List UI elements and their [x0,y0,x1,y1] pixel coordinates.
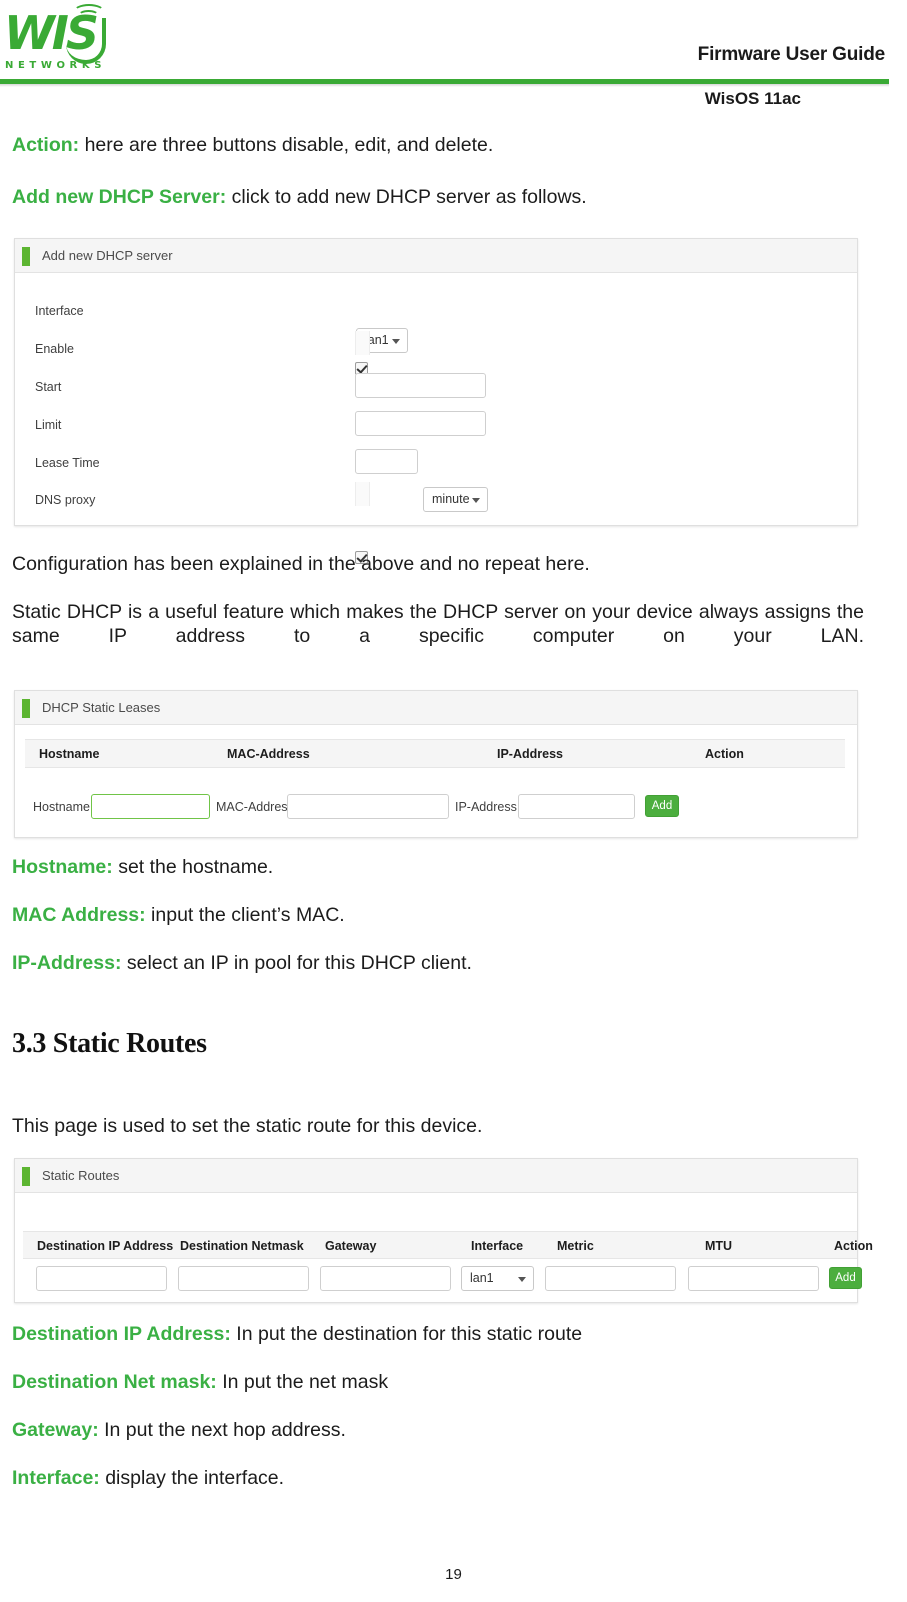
lease-mac-address-input[interactable] [287,794,449,819]
lease-hostname-label: Hostname: [33,800,94,814]
gateway-text: In put the next hop address. [98,1419,346,1441]
action-text: here are three buttons disable, edit, an… [79,134,494,156]
paragraph-hostname: Hostname: set the hostname. [12,855,273,879]
panel-body-static-leases: Hostname MAC-Address IP-Address Action H… [15,725,857,837]
route-interface-select-value: lan1 [470,1271,494,1285]
form-row-enable: Enable [15,339,857,361]
paragraph-static-route-intro: This page is used to set the static rout… [12,1115,483,1137]
form-label-interface: Interface [35,304,84,318]
panel-header-static-leases: DHCP Static Leases [15,691,857,725]
panel-header-static-routes: Static Routes [15,1159,857,1193]
form-label-start: Start [35,380,62,394]
static-routes-panel: Static Routes Destination IP Address Des… [14,1158,873,1303]
destination-ip-label: Destination IP Address: [12,1323,231,1345]
panel-title-static-leases: DHCP Static Leases [42,700,161,715]
add-dhcp-server-text: click to add new DHCP server as follows. [226,186,587,208]
paragraph-destination-ip: Destination IP Address: In put the desti… [12,1322,582,1346]
mac-address-label: MAC Address: [12,904,146,926]
header-divider-shadow [0,84,889,87]
page-header: WIS NETWORKS Firmware User Guide WisOS 1… [0,0,907,118]
paragraph-destination-netmask: Destination Net mask: In put the net mas… [12,1370,388,1394]
destination-ip-text: In put the destination for this static r… [230,1323,583,1345]
route-interface-select[interactable]: lan1 [461,1266,534,1291]
lease-ip-address-input[interactable] [518,794,635,819]
header-subtitle: WisOS 11ac [704,89,801,108]
add-new-dhcp-server-panel: Add new DHCP server Interface lan1 Enabl… [14,238,858,564]
paragraph-mac-address: MAC Address: input the client’s MAC. [12,903,345,927]
logo-subtext: NETWORKS [5,60,107,71]
lease-time-input[interactable] [355,449,418,474]
column-header-action: Action [705,747,744,761]
column-header-metric: Metric [557,1239,594,1253]
destination-ip-input[interactable] [36,1266,167,1291]
destination-netmask-text: In put the net mask [216,1371,389,1393]
interface-label: Interface: [12,1467,100,1489]
ip-address-text: select an IP in pool for this DHCP clien… [121,952,472,974]
paragraph-gateway: Gateway: In put the next hop address. [12,1418,346,1442]
enable-checkbox-backdrop [355,331,370,355]
form-label-lease-time: Lease Time [35,456,100,470]
column-header-gateway: Gateway [325,1239,377,1253]
panel-title-static-routes: Static Routes [42,1168,120,1183]
panel-body-dhcp-server: Interface lan1 Enable Start Limit Lease … [15,273,857,564]
column-header-mac-address: MAC-Address [227,747,310,761]
mtu-input[interactable] [688,1266,819,1291]
panel-body-static-routes: Destination IP Address Destination Netma… [15,1193,873,1302]
lease-mac-address-label: MAC-Address: [216,800,298,814]
paragraph-add-dhcp-server: Add new DHCP Server: click to add new DH… [12,185,587,209]
form-label-dns-proxy: DNS proxy [35,493,96,507]
panel-header-dhcp-server: Add new DHCP server [15,239,857,273]
dhcp-static-leases-panel: DHCP Static Leases Hostname MAC-Address … [14,690,858,838]
panel-accent-tick [22,247,30,266]
hostname-label: Hostname: [12,856,113,878]
start-input[interactable] [355,373,486,398]
logo-wordmark: WIS [4,6,99,60]
column-header-destination-netmask: Destination Netmask [180,1239,304,1253]
destination-netmask-label: Destination Net mask: [12,1371,217,1393]
paragraph-ip-address: IP-Address: select an IP in pool for thi… [12,951,472,975]
form-label-limit: Limit [35,418,62,432]
dns-proxy-checkbox-backdrop [355,482,370,506]
section-heading-static-routes: 3.3 Static Routes [12,1028,207,1059]
paragraph-static-dhcp: Static DHCP is a useful feature which ma… [12,601,864,648]
paragraph-action: Action: here are three buttons disable, … [12,133,493,157]
ip-address-label: IP-Address: [12,952,122,974]
paragraph-interface: Interface: display the interface. [12,1466,284,1490]
form-row-dns-proxy: DNS proxy [15,490,857,512]
form-row-lease-time: Lease Time [15,453,857,475]
paragraph-config-note: Configuration has been explained in the … [12,553,590,575]
lease-add-button[interactable]: Add [645,795,679,817]
table-header-static-routes: Destination IP Address Destination Netma… [23,1231,873,1259]
column-header-hostname: Hostname [39,747,100,761]
column-header-action: Action [834,1239,873,1253]
destination-netmask-input[interactable] [178,1266,309,1291]
limit-input[interactable] [355,411,486,436]
metric-input[interactable] [545,1266,676,1291]
column-header-interface: Interface [471,1239,524,1253]
hostname-text: set the hostname. [112,856,274,878]
page-number: 19 [445,1566,462,1583]
interface-text: display the interface. [99,1467,285,1489]
column-header-mtu: MTU [705,1239,733,1253]
route-add-button[interactable]: Add [829,1267,862,1289]
lease-hostname-input[interactable] [91,794,210,819]
panel-title-dhcp-server: Add new DHCP server [42,248,173,263]
header-title: Firmware User Guide [697,44,886,65]
wis-networks-logo: WIS NETWORKS [4,4,112,78]
column-header-ip-address: IP-Address [497,747,563,761]
form-row-interface: Interface [15,301,857,323]
panel-accent-tick [22,1167,30,1186]
table-header-static-leases: Hostname MAC-Address IP-Address Action [25,739,845,768]
gateway-input[interactable] [320,1266,451,1291]
chevron-down-icon [518,1277,526,1282]
action-label: Action: [12,134,80,156]
lease-ip-address-label: IP-Address: [455,800,521,814]
mac-address-text: input the client’s MAC. [145,904,345,926]
add-dhcp-server-label: Add new DHCP Server: [12,186,227,208]
gateway-label: Gateway: [12,1419,99,1441]
panel-accent-tick [22,699,30,718]
form-label-enable: Enable [35,342,74,356]
column-header-destination-ip: Destination IP Address [37,1239,174,1253]
